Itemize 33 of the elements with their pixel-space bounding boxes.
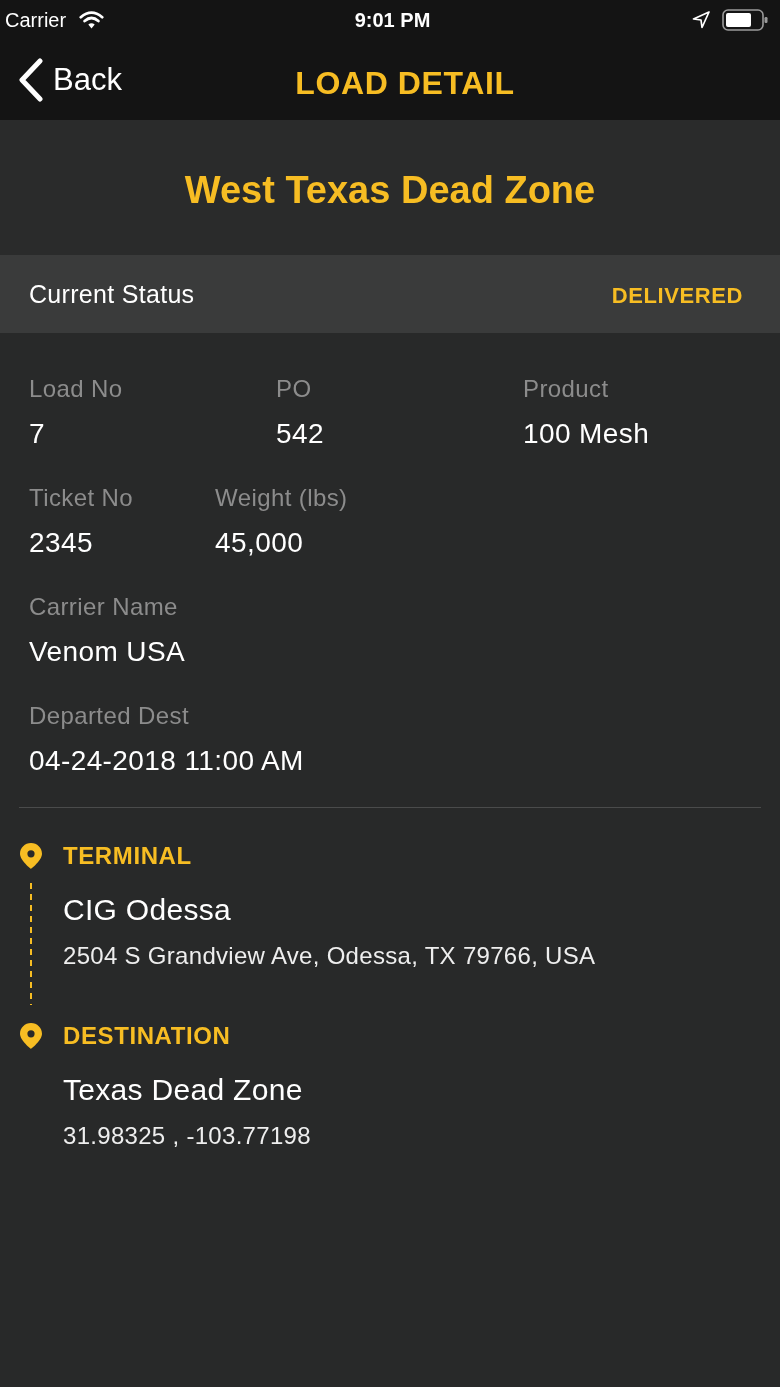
- field-label: PO: [276, 375, 313, 403]
- stop-name: Texas Dead Zone: [63, 1072, 304, 1108]
- field-value: 04-24-2018 11:00 AM: [29, 744, 304, 778]
- field-value: 2345: [29, 526, 94, 560]
- field-label: Product: [523, 375, 610, 403]
- field-label: Load No: [29, 375, 124, 403]
- location-arrow-icon: [692, 11, 710, 29]
- back-button[interactable]: Back: [16, 56, 124, 104]
- stop-coordinates: 31.98325 , -103.77198: [63, 1121, 312, 1151]
- stop-heading: DESTINATION: [63, 1022, 232, 1050]
- status-value: DELIVERED: [611, 282, 743, 309]
- field-label: Weight (lbs): [215, 484, 348, 512]
- location-pin-icon: [20, 1023, 42, 1049]
- clock-time: 9:01 PM: [353, 8, 431, 31]
- field-value: 542: [276, 417, 325, 451]
- carrier-label: Carrier: [5, 8, 67, 32]
- field-label: Ticket No: [29, 484, 134, 512]
- field-value: 7: [29, 417, 46, 451]
- status-label: Current Status: [29, 279, 195, 309]
- stop-name: CIG Odessa: [63, 892, 233, 928]
- stop-heading: TERMINAL: [63, 842, 193, 870]
- location-pin-icon: [20, 843, 42, 869]
- wifi-icon: [79, 11, 105, 29]
- load-title: West Texas Dead Zone: [184, 168, 596, 212]
- chevron-left-icon: [18, 58, 44, 102]
- field-label: Carrier Name: [29, 593, 179, 621]
- screen-title: LOAD DETAIL: [294, 63, 516, 102]
- field-value: 45,000: [215, 526, 305, 560]
- field-value: Venom USA: [29, 635, 186, 669]
- battery-icon: [722, 9, 768, 31]
- field-value: 100 Mesh: [523, 417, 651, 451]
- field-label: Departed Dest: [29, 702, 190, 730]
- stop-address: 2504 S Grandview Ave, Odessa, TX 79766, USA: [63, 941, 597, 971]
